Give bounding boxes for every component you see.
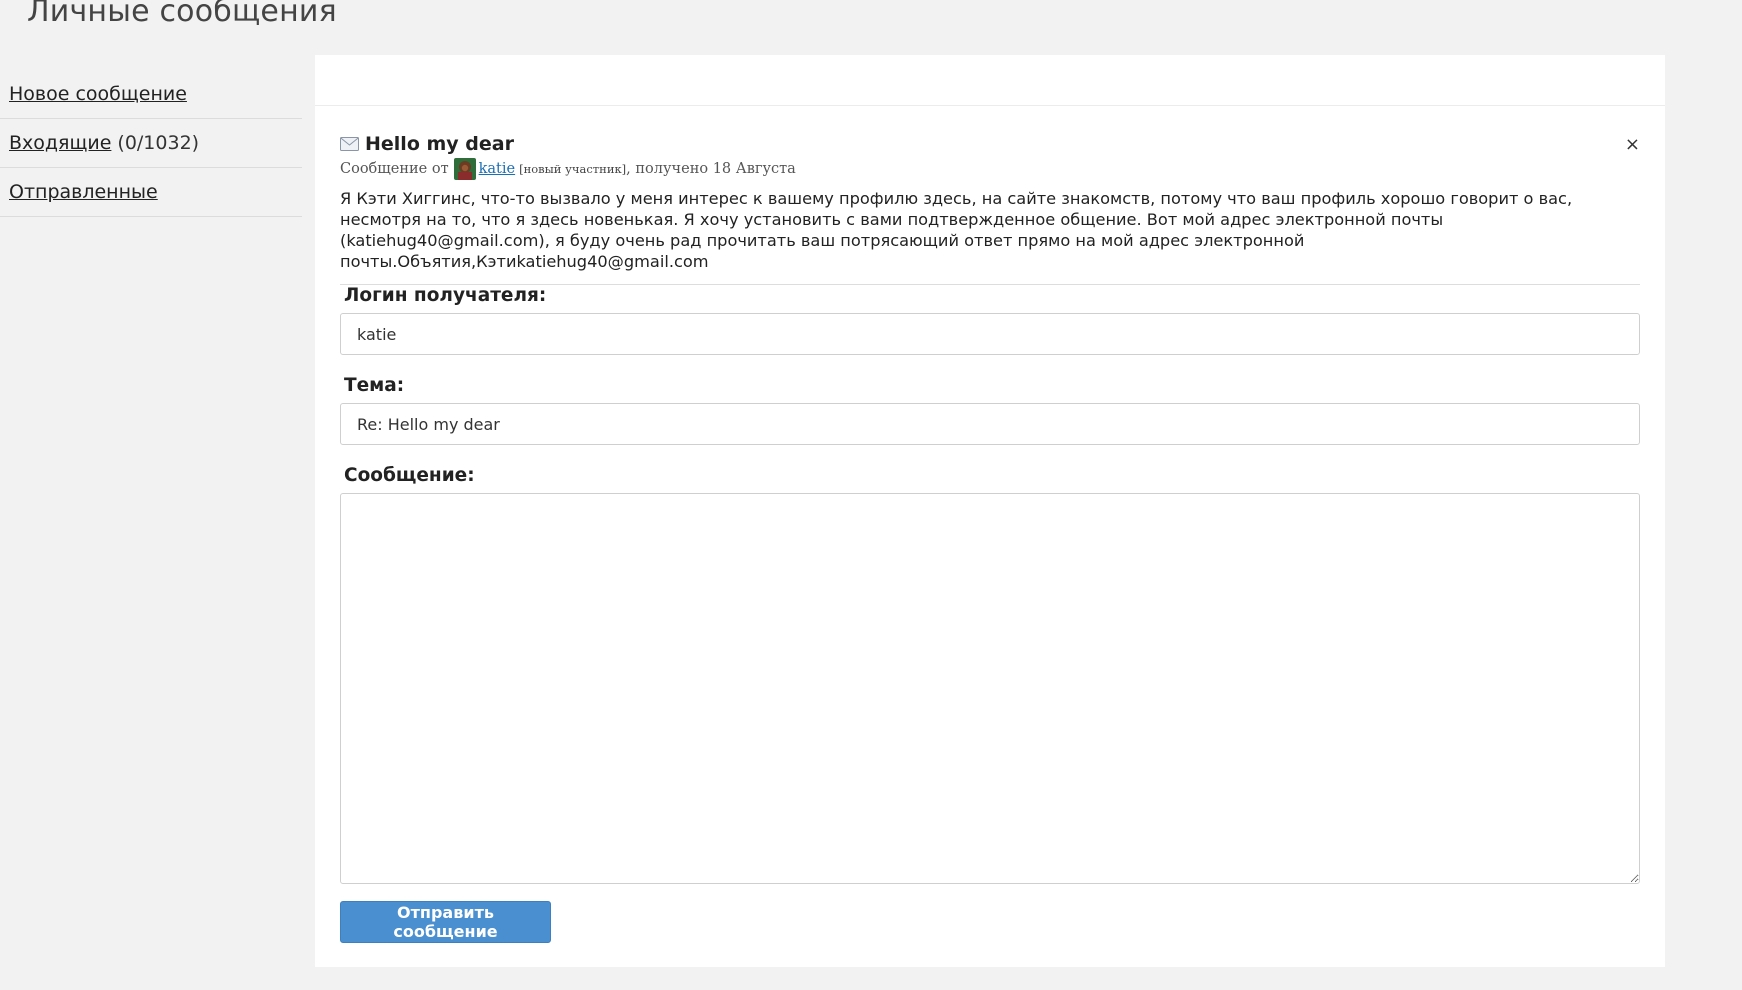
page-title: Личные сообщения <box>27 0 337 29</box>
reply-form: Логин получателя: Тема: Сообщение: <box>340 279 1640 884</box>
message-body: Я Кэти Хиггинс, что-то вызвало у меня ин… <box>340 188 1640 285</box>
message-subject: Hello my dear <box>365 133 514 155</box>
message-panel: Hello my dear × Сообщение от katie [новы… <box>315 55 1665 967</box>
sender-link[interactable]: katie <box>479 161 515 177</box>
received-message: Hello my dear × Сообщение от katie [новы… <box>340 130 1640 285</box>
message-meta: Сообщение от katie [новый участник] , по… <box>340 158 1640 180</box>
message-label: Сообщение: <box>344 465 475 486</box>
sent-link[interactable]: Отправленные <box>9 181 158 203</box>
subject-input[interactable] <box>340 403 1640 445</box>
message-textarea[interactable] <box>340 493 1640 884</box>
panel-header <box>315 55 1665 106</box>
inbox-link[interactable]: Входящие <box>9 132 111 154</box>
sidebar-item-new-message: Новое сообщение <box>0 70 302 119</box>
sidebar-item-sent: Отправленные <box>0 168 302 217</box>
sidebar-item-inbox: Входящие (0/1032) <box>0 119 302 168</box>
inbox-count: (0/1032) <box>117 132 200 154</box>
message-header: Hello my dear <box>340 130 1640 158</box>
close-icon[interactable]: × <box>1625 134 1640 155</box>
recipient-label: Логин получателя: <box>344 285 547 306</box>
send-message-button[interactable]: Отправить сообщение <box>340 901 551 943</box>
sidebar: Новое сообщение Входящие (0/1032) Отправ… <box>0 70 302 217</box>
meta-prefix: Сообщение от <box>340 161 449 177</box>
recipient-input[interactable] <box>340 313 1640 355</box>
new-message-link[interactable]: Новое сообщение <box>9 83 187 105</box>
subject-label: Тема: <box>344 375 405 396</box>
envelope-icon <box>340 137 359 151</box>
sender-badge: [новый участник] <box>519 162 627 176</box>
avatar <box>453 158 476 180</box>
received-date: , получено 18 Августа <box>626 161 796 177</box>
